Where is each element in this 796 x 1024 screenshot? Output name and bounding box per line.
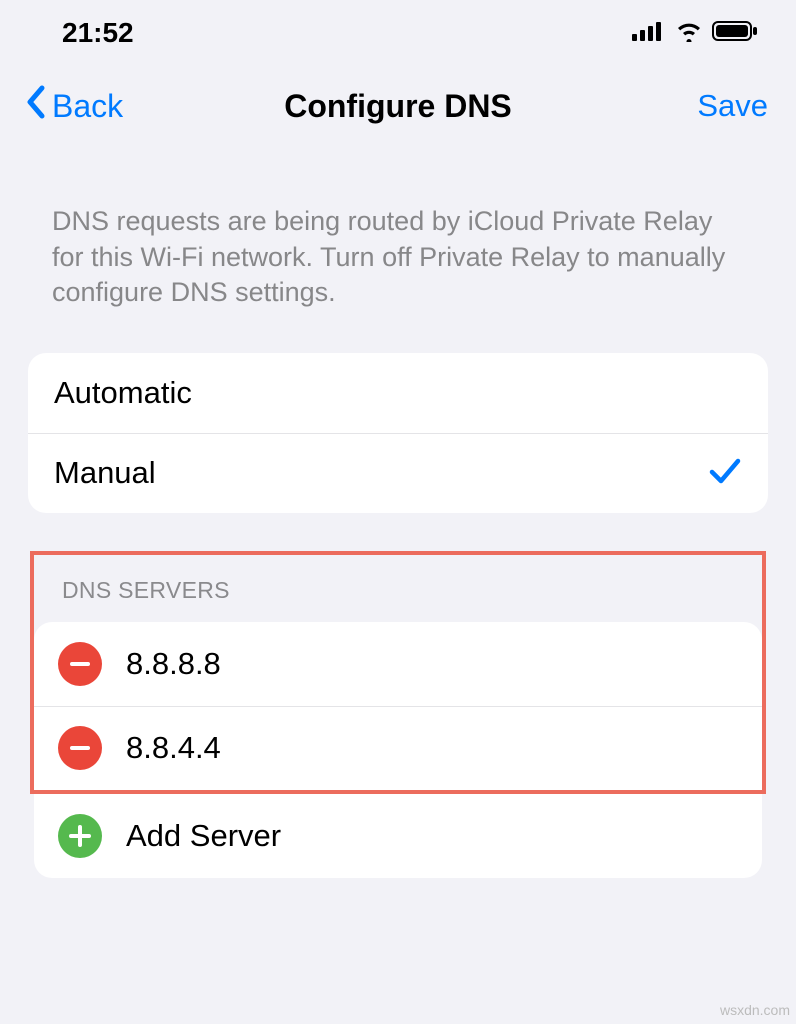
status-icons	[632, 20, 758, 47]
mode-automatic-label: Automatic	[54, 375, 192, 411]
chevron-left-icon	[24, 84, 48, 128]
dns-server-row[interactable]: 8.8.8.8	[34, 622, 762, 706]
dns-server-address: 8.8.8.8	[126, 646, 221, 682]
page-title: Configure DNS	[284, 88, 512, 125]
cellular-icon	[632, 21, 666, 46]
remove-icon[interactable]	[58, 642, 102, 686]
dns-servers-highlight: DNS SERVERS 8.8.8.8 8.8.4.4	[30, 551, 766, 794]
watermark: wsxdn.com	[720, 1002, 790, 1018]
dns-server-address: 8.8.4.4	[126, 730, 221, 766]
battery-icon	[712, 20, 758, 47]
nav-bar: Back Configure DNS Save	[0, 60, 796, 144]
dns-servers-header: DNS SERVERS	[34, 555, 762, 612]
dns-server-row[interactable]: 8.8.4.4	[34, 706, 762, 790]
checkmark-icon	[708, 455, 742, 492]
remove-icon[interactable]	[58, 726, 102, 770]
add-server-label: Add Server	[126, 818, 281, 854]
mode-group: Automatic Manual	[28, 353, 768, 513]
mode-manual-row[interactable]: Manual	[28, 433, 768, 513]
back-label: Back	[52, 88, 123, 125]
mode-manual-label: Manual	[54, 455, 156, 491]
back-button[interactable]: Back	[24, 84, 123, 128]
wifi-icon	[674, 20, 704, 47]
info-description: DNS requests are being routed by iCloud …	[0, 144, 796, 341]
status-time: 21:52	[62, 17, 134, 49]
add-server-group: Add Server	[34, 794, 762, 878]
save-button[interactable]: Save	[697, 88, 768, 124]
mode-automatic-row[interactable]: Automatic	[28, 353, 768, 433]
add-server-row[interactable]: Add Server	[34, 794, 762, 878]
dns-server-list: 8.8.8.8 8.8.4.4	[34, 622, 762, 790]
add-icon[interactable]	[58, 814, 102, 858]
status-bar: 21:52	[0, 0, 796, 60]
